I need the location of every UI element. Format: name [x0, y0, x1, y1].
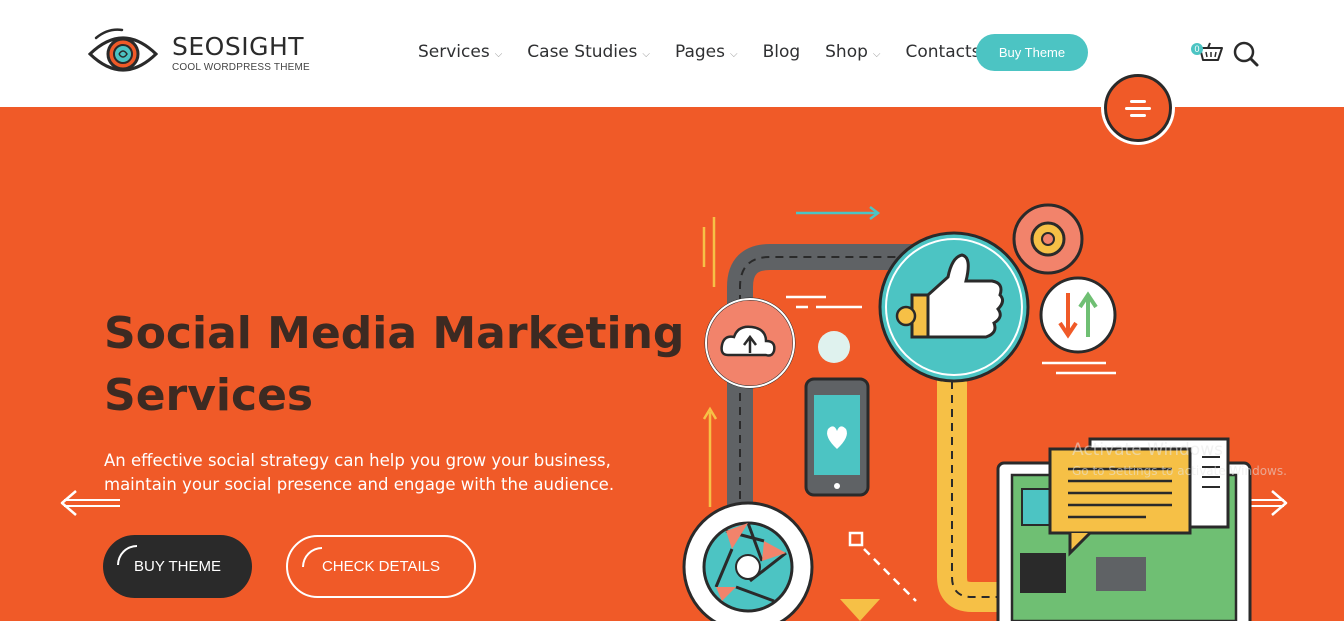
swoosh-icon: [302, 547, 322, 567]
watermark-subtitle: Go to Settings to activate Windows.: [1072, 464, 1287, 478]
chevron-down-icon: ⌵: [729, 48, 738, 60]
cart-count-badge: 0: [1191, 43, 1203, 55]
nav-item-case-studies[interactable]: Case Studies ⌵: [527, 42, 650, 62]
brand-tagline: COOL WORDPRESS THEME: [172, 61, 310, 73]
hero-section: Social Media Marketing Services An effec…: [0, 107, 1344, 621]
hero-title-line2: Services: [104, 370, 314, 421]
hero-title: Social Media Marketing Services: [104, 303, 704, 427]
chevron-down-icon: ⌵: [642, 48, 650, 60]
hero-desc-line1: An effective social strategy can help yo…: [104, 451, 611, 470]
windows-activation-watermark: Activate Windows Go to Settings to activ…: [1072, 440, 1287, 478]
eye-logo-icon: [88, 28, 158, 72]
swoosh-icon: [117, 545, 137, 565]
button-label: CHECK DETAILS: [321, 558, 441, 575]
logo-text: SEOSIGHT COOL WORDPRESS THEME: [172, 31, 310, 73]
watermark-title: Activate Windows: [1072, 440, 1223, 460]
menu-toggle-button[interactable]: [1104, 74, 1172, 142]
button-label: BUY THEME: [134, 558, 221, 575]
cart-button[interactable]: 0: [1188, 40, 1224, 66]
nav-item-services[interactable]: Services ⌵: [418, 42, 502, 62]
chevron-down-icon: ⌵: [872, 48, 881, 60]
main-nav: Services ⌵ Case Studies ⌵ Pages ⌵ Blog Shop…: [418, 38, 1006, 66]
nav-item-shop[interactable]: Shop ⌵: [825, 42, 880, 62]
logo[interactable]: SEOSIGHT COOL WORDPRESS THEME: [88, 26, 310, 80]
social-media-illustration: [682, 203, 1252, 621]
nav-item-label: Pages: [674, 42, 725, 62]
brand-name: SEOSIGHT: [172, 31, 305, 61]
nav-item-label: Shop: [825, 42, 868, 62]
search-icon[interactable]: [1232, 40, 1260, 68]
nav-item-label: Case Studies: [527, 42, 638, 62]
hero-description: An effective social strategy can help yo…: [104, 449, 664, 497]
check-details-button[interactable]: CHECK DETAILS: [286, 535, 476, 598]
hero-desc-line2: maintain your social presence and engage…: [104, 475, 615, 494]
buy-theme-hero-button[interactable]: BUY THEME: [103, 535, 252, 598]
nav-item-pages[interactable]: Pages ⌵: [675, 42, 738, 62]
nav-item-label: Services: [418, 42, 490, 62]
hero-title-line1: Social Media Marketing: [104, 308, 685, 359]
chevron-down-icon: ⌵: [494, 48, 503, 60]
arrow-left-icon[interactable]: [58, 487, 122, 519]
buy-theme-button[interactable]: Buy Theme: [976, 34, 1088, 71]
nav-item-blog[interactable]: Blog: [763, 42, 801, 62]
nav-item-label: Blog: [762, 42, 801, 62]
nav-item-label: Contacts: [905, 42, 981, 62]
menu-icon: [1125, 96, 1151, 121]
nav-item-contacts[interactable]: Contacts: [906, 42, 981, 62]
